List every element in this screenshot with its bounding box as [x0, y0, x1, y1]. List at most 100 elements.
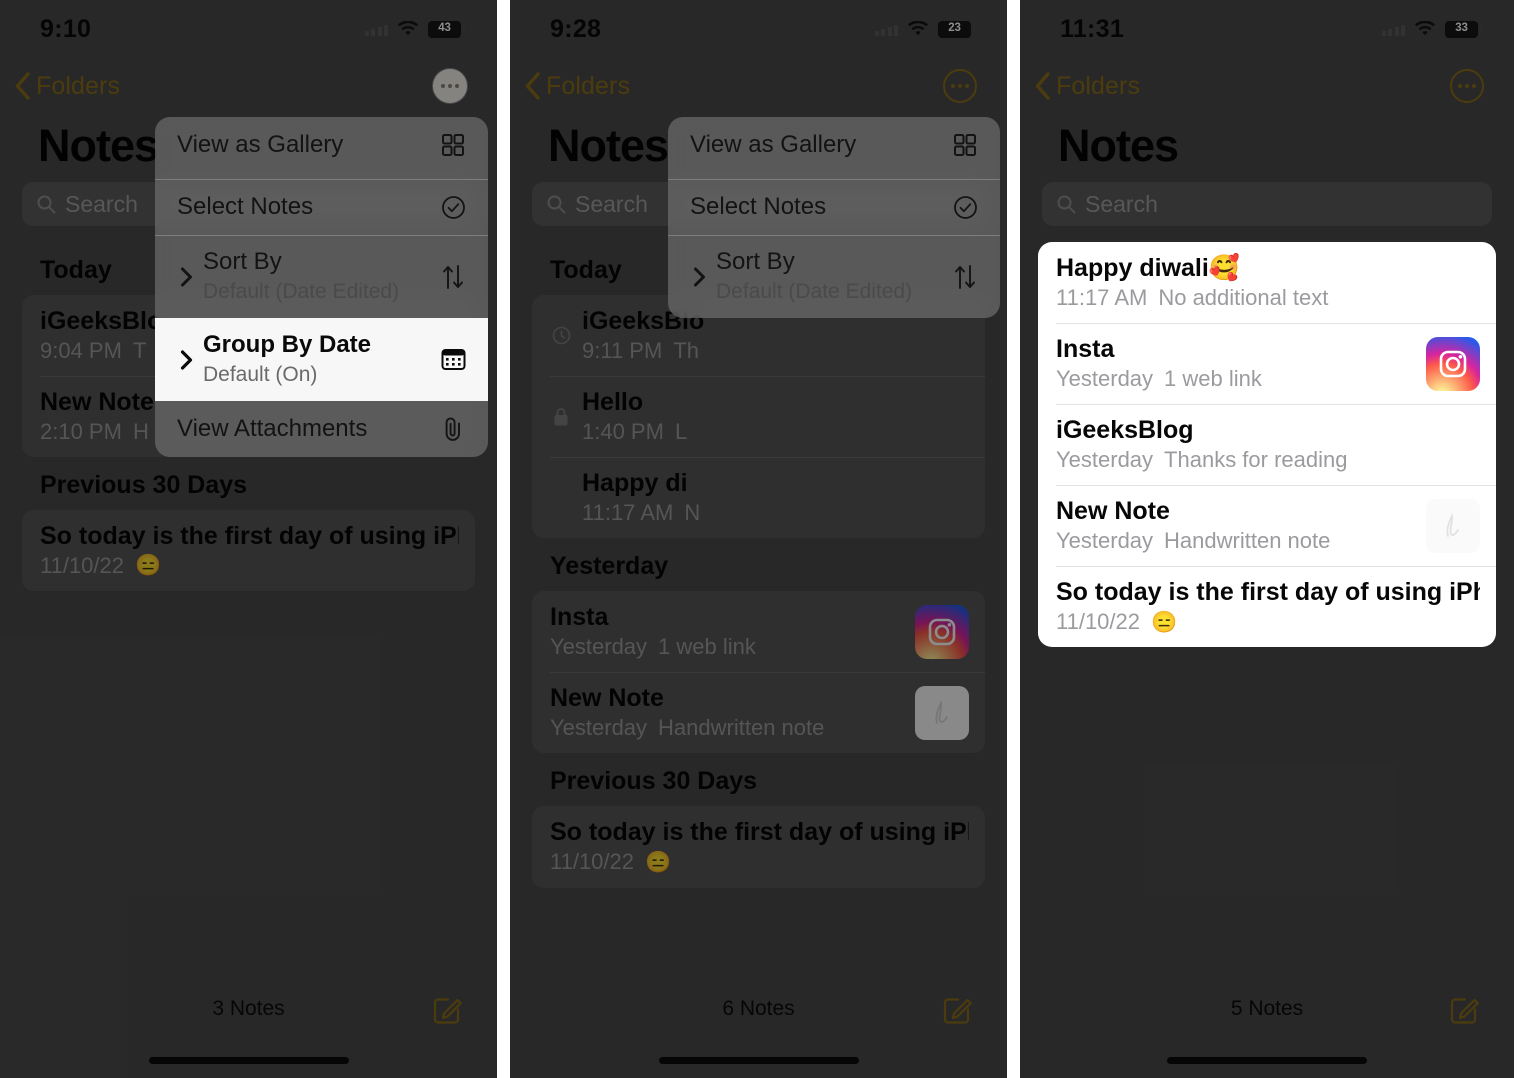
search-input[interactable]: Search	[1042, 182, 1492, 226]
handwriting-icon	[1426, 498, 1480, 553]
note-title: Happy di	[582, 469, 688, 498]
note-preview: 1 web link	[1164, 365, 1262, 391]
note-preview: Handwritten note	[658, 714, 825, 740]
note-list-item[interactable]: Happy diwali🥰 11:17 AM No additional tex…	[1038, 242, 1496, 323]
bottom-bar: 3 Notes	[0, 974, 497, 1078]
note-list-item[interactable]: Hello 1:40 PM L	[532, 376, 985, 457]
compose-icon[interactable]	[1449, 994, 1480, 1025]
note-time: 9:11 PM	[582, 337, 663, 363]
bottom-bar-inner: 6 Notes	[510, 974, 1007, 1044]
status-indicators: 43	[364, 20, 465, 38]
note-list-item[interactable]: So today is the first day of using iPh..…	[22, 510, 475, 591]
note-text: Insta Yesterday 1 web link	[550, 602, 905, 661]
notes-group-card: iGeeksBlo 9:11 PM Th Hello 1:40 PM L Hap…	[532, 295, 985, 539]
note-emoji: 😑	[1151, 610, 1178, 634]
note-meta: 11:17 AM N	[582, 499, 969, 528]
note-meta: 1:40 PM L	[582, 418, 969, 447]
note-title: So today is the first day of using iPh..…	[550, 818, 969, 847]
home-indicator	[148, 1057, 349, 1064]
more-options-button[interactable]	[1450, 69, 1484, 103]
menu-item-group-by-date[interactable]: Group By Date Default (On)	[155, 318, 488, 402]
more-options-button[interactable]	[433, 69, 467, 103]
chevron-left-icon	[525, 72, 540, 100]
note-list-item[interactable]: So today is the first day of using iPh..…	[1038, 566, 1496, 647]
note-time: 9:04 PM	[40, 337, 122, 363]
pin-icon	[550, 326, 572, 345]
back-to-folders-button[interactable]: Folders	[1034, 72, 1140, 101]
note-preview: No additional text	[1158, 284, 1329, 310]
menu-label-wrap: View Attachments	[177, 415, 430, 444]
menu-item-label: Group By Date	[203, 331, 372, 359]
menu-item-sort-by[interactable]: Sort By Default (Date Edited)	[668, 235, 1000, 318]
note-text: So today is the first day of using iPh..…	[550, 817, 969, 876]
note-text: Happy di 11:17 AM N	[582, 468, 969, 527]
note-list-item[interactable]: So today is the first day of using iPh..…	[532, 806, 985, 887]
compose-icon[interactable]	[432, 994, 463, 1025]
note-list-item[interactable]: Happy di 11:17 AM N	[532, 457, 985, 538]
note-text: New Note Yesterday Handwritten note	[550, 683, 905, 742]
note-meta: Yesterday Handwritten note	[1056, 527, 1416, 556]
paperclip-icon	[438, 416, 468, 442]
note-time: 11/10/22	[550, 848, 635, 874]
back-to-folders-button[interactable]: Folders	[14, 72, 120, 101]
nav-bar: Folders	[1020, 58, 1514, 114]
menu-item-view-attachments[interactable]: View Attachments	[155, 401, 488, 457]
menu-item-sublabel: Default (On)	[203, 362, 318, 386]
menu-item-label: View as Gallery	[177, 130, 344, 158]
notes-group-card: Insta Yesterday 1 web link New Note Yest…	[532, 591, 985, 754]
menu-label-wrap: Sort By Default (Date Edited)	[716, 248, 942, 305]
note-list-item[interactable]: Insta Yesterday 1 web link	[1038, 323, 1496, 404]
phone-screen-3: 11:31 33 Folders Notes Search Happy diwa…	[1020, 0, 1514, 1078]
menu-item-view-as-gallery[interactable]: View as Gallery	[155, 117, 488, 173]
note-time: 11:17 AM	[1056, 284, 1148, 310]
phone-screen-1: 9:10 43 Folders Notes Search Today iGeek…	[0, 0, 497, 1078]
note-preview: L	[674, 418, 688, 444]
menu-item-sort-by[interactable]: Sort By Default (Date Edited)	[155, 235, 488, 318]
menu-item-view-as-gallery[interactable]: View as Gallery	[668, 117, 1000, 173]
note-list-item[interactable]: iGeeksBlog Yesterday Thanks for reading	[1038, 404, 1496, 485]
note-meta: Yesterday 1 web link	[550, 633, 905, 662]
compose-icon[interactable]	[942, 994, 973, 1025]
back-label: Folders	[1056, 71, 1141, 100]
context-menu: View as Gallery Select Notes Sort By Def…	[155, 117, 488, 458]
note-meta: 11/10/22 😑	[1056, 608, 1480, 637]
menu-label-wrap: Select Notes	[177, 193, 430, 222]
note-meta: 11:17 AM No additional text	[1056, 284, 1480, 313]
note-preview: H	[132, 418, 149, 444]
note-list-item[interactable]: Insta Yesterday 1 web link	[532, 591, 985, 672]
notes-count: 3 Notes	[212, 997, 285, 1020]
context-menu: View as Gallery Select Notes Sort By Def…	[668, 117, 1000, 319]
check-circle-icon	[438, 195, 468, 220]
chevron-right-icon	[690, 267, 708, 287]
battery-level: 23	[948, 22, 961, 35]
back-to-folders-button[interactable]: Folders	[524, 72, 630, 101]
more-options-button[interactable]	[943, 69, 977, 103]
notes-list: Happy diwali🥰 11:17 AM No additional tex…	[1020, 242, 1514, 648]
handwriting-icon	[915, 685, 969, 740]
note-time: Yesterday	[1056, 365, 1154, 391]
note-time: 2:10 PM	[40, 418, 122, 444]
note-list-item[interactable]: New Note Yesterday Handwritten note	[532, 672, 985, 753]
note-title: So today is the first day of using iPh..…	[40, 522, 459, 551]
battery-level: 43	[438, 22, 451, 35]
chevron-right-icon	[177, 350, 195, 370]
battery-icon: 33	[1445, 20, 1482, 38]
note-list-item[interactable]: New Note Yesterday Handwritten note	[1038, 485, 1496, 566]
note-text: New Note Yesterday Handwritten note	[1056, 496, 1416, 555]
page-title: Notes	[1058, 120, 1179, 171]
bottom-bar: 5 Notes	[1020, 974, 1514, 1078]
phone-screen-2: 9:28 23 Folders Notes Search Today iGeek…	[510, 0, 1007, 1078]
menu-item-select-notes[interactable]: Select Notes	[668, 179, 1000, 235]
lock-icon	[550, 407, 572, 427]
search-icon	[1057, 195, 1076, 214]
note-time: 11/10/22	[1056, 608, 1141, 634]
notes-group-card: So today is the first day of using iPh..…	[22, 510, 475, 592]
note-time: Yesterday	[550, 633, 648, 659]
status-time: 9:10	[40, 14, 92, 43]
status-indicators: 23	[874, 20, 975, 38]
notes-group-card: So today is the first day of using iPh..…	[532, 806, 985, 888]
menu-item-select-notes[interactable]: Select Notes	[155, 179, 488, 235]
menu-label-wrap: View as Gallery	[690, 131, 942, 160]
note-preview: Th	[673, 337, 699, 363]
note-title: So today is the first day of using iPh..…	[1056, 578, 1480, 607]
